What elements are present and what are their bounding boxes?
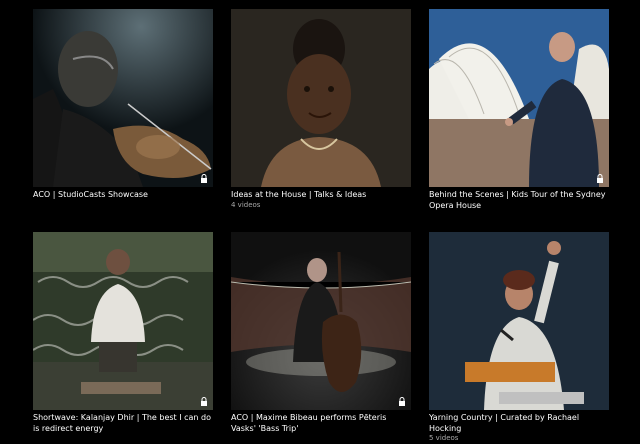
collection-title[interactable]: Behind the Scenes | Kids Tour of the Syd… [429,190,609,211]
collection-card[interactable]: Ideas at the House | Talks & Ideas 4 vid… [231,9,411,210]
collection-card[interactable]: Yarning Country | Curated by Rachael Hoc… [429,232,609,443]
padlock-icon [596,174,604,183]
collection-card[interactable]: ACO | Maxime Bibeau performs Pēteris Vas… [231,232,411,434]
padlock-icon [398,397,406,406]
speaker-portrait-image [231,9,411,187]
double-bass-performer-image [231,232,411,410]
collection-title[interactable]: Shortwave: Kalanjay Dhir | The best I ca… [33,413,213,434]
collection-thumbnail[interactable] [33,232,213,410]
violinist-image [33,9,213,187]
collection-title[interactable]: ACO | StudioCasts Showcase [33,190,213,201]
collection-title[interactable]: Ideas at the House | Talks & Ideas [231,190,411,201]
collection-thumbnail[interactable] [33,9,213,187]
padlock-icon [200,397,208,406]
video-count: 5 videos [429,434,459,442]
collection-card[interactable]: Behind the Scenes | Kids Tour of the Syd… [429,9,609,211]
outdoor-performer-image [33,232,213,410]
collection-thumbnail[interactable] [429,9,609,187]
video-count: 4 videos [231,200,261,209]
singer-on-stage-image [429,232,609,410]
collection-card[interactable]: Shortwave: Kalanjay Dhir | The best I ca… [33,232,213,434]
collection-card[interactable]: ACO | StudioCasts Showcase [33,9,213,201]
padlock-icon [200,174,208,183]
collection-title[interactable]: ACO | Maxime Bibeau performs Pēteris Vas… [231,413,411,434]
opera-house-image [429,9,609,187]
collection-thumbnail[interactable] [231,9,411,187]
video-collection-grid: ACO | StudioCasts Showcase Ideas at the … [0,0,640,444]
collection-thumbnail[interactable] [429,232,609,410]
collection-title[interactable]: Yarning Country | Curated by Rachael Hoc… [429,413,609,434]
collection-thumbnail[interactable] [231,232,411,410]
